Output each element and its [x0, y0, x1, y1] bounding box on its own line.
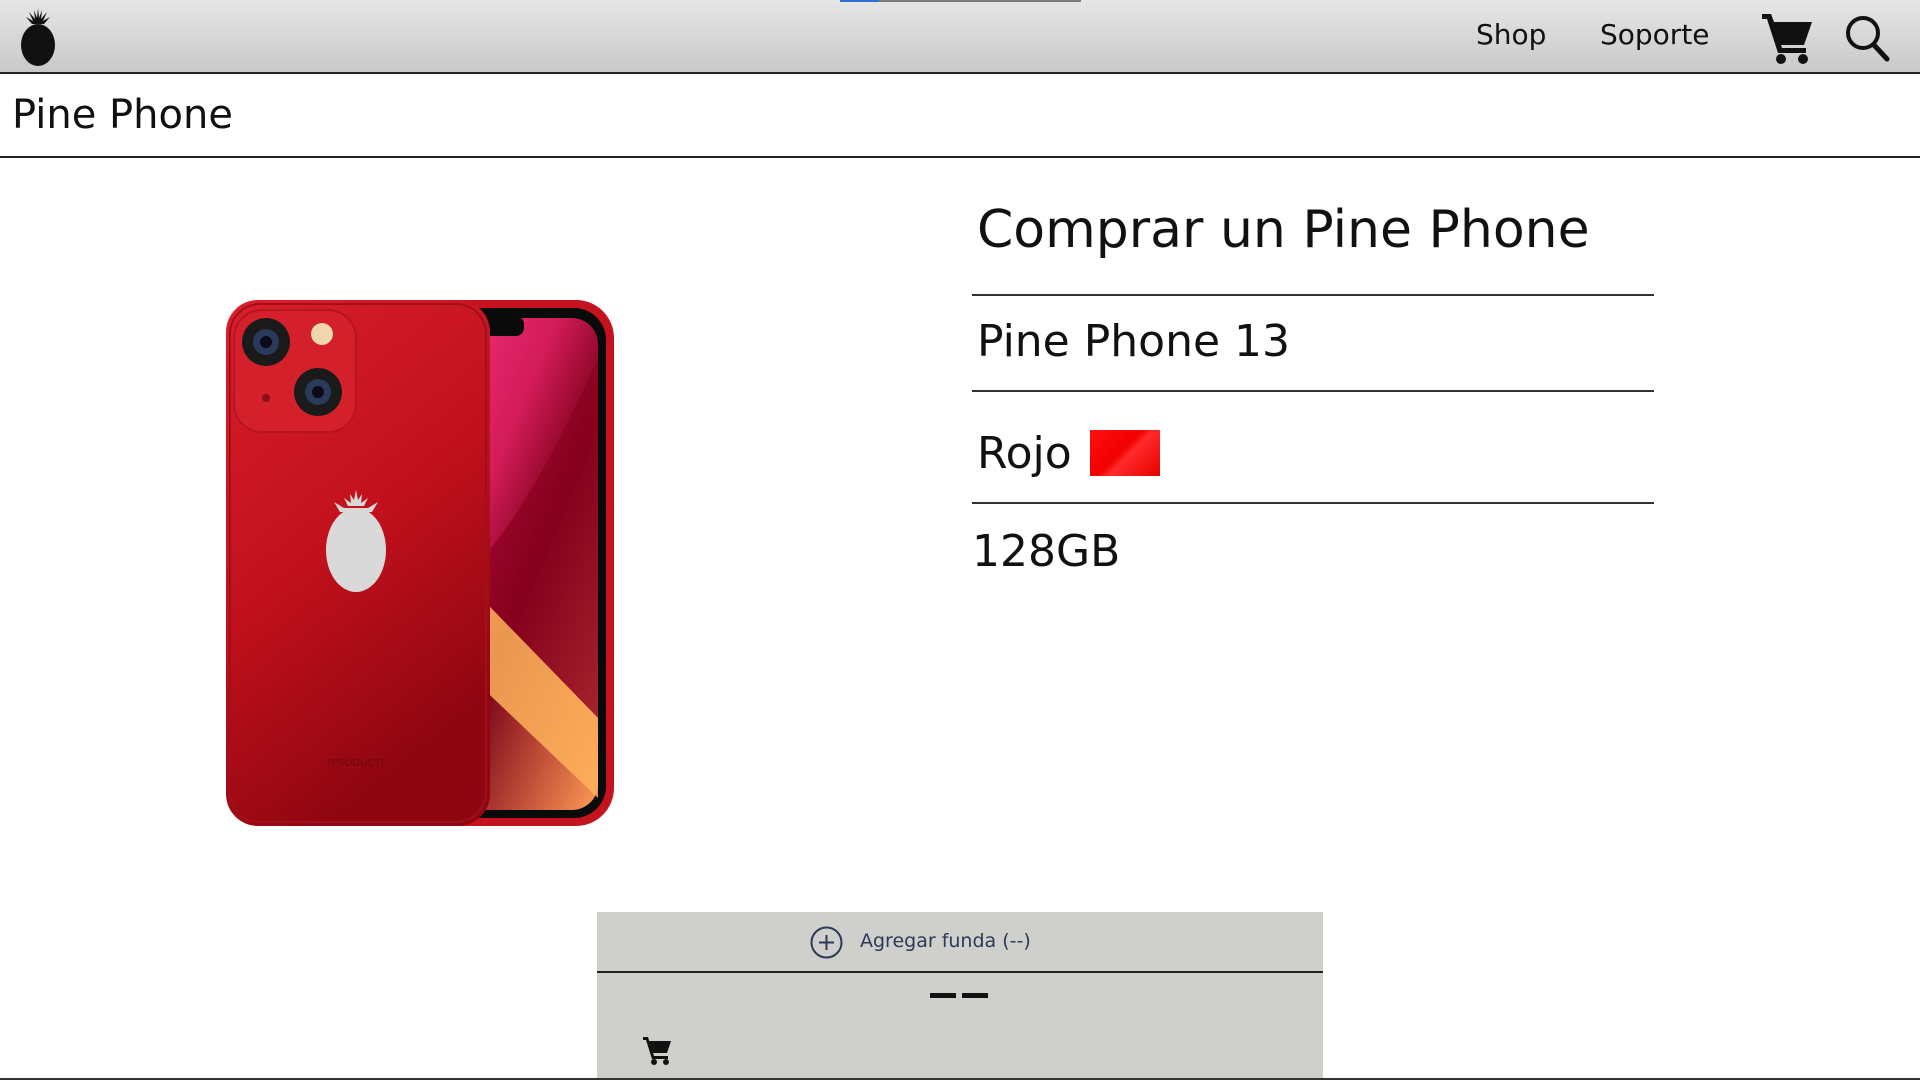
- color-swatch-red[interactable]: [1090, 430, 1160, 476]
- page-load-progress-fill: [840, 0, 879, 2]
- red-phone-image: (PRODUCT): [222, 298, 618, 830]
- color-label: Rojo: [977, 428, 1072, 479]
- add-to-cart-icon[interactable]: [641, 1034, 673, 1066]
- divider: [972, 502, 1654, 504]
- model-option[interactable]: Pine Phone 13: [977, 316, 1290, 367]
- nav-link-shop[interactable]: Shop: [1476, 18, 1546, 51]
- search-icon[interactable]: [1844, 14, 1890, 62]
- top-nav-bar: Shop Soporte: [0, 0, 1920, 74]
- add-case-panel: Agregar funda (--): [597, 912, 1323, 1080]
- nav-link-support[interactable]: Soporte: [1600, 18, 1710, 51]
- pineapple-logo-icon[interactable]: [18, 6, 58, 66]
- divider: [972, 294, 1654, 296]
- add-case-label: Agregar funda (--): [860, 930, 1031, 952]
- page-title: Pine Phone: [12, 92, 233, 138]
- storage-option[interactable]: 128GB: [972, 526, 1120, 577]
- svg-text:(PRODUCT): (PRODUCT): [328, 758, 385, 769]
- placeholder-dash: [962, 993, 988, 998]
- placeholder-dash: [930, 993, 956, 998]
- add-case-button[interactable]: Agregar funda (--): [597, 912, 1323, 973]
- page-load-progress-bar: [840, 0, 1081, 2]
- plus-circle-icon: [810, 926, 843, 959]
- product-heading: Comprar un Pine Phone: [977, 200, 1590, 260]
- cart-icon[interactable]: [1760, 12, 1814, 64]
- price-placeholder: [930, 988, 990, 1004]
- divider: [972, 390, 1654, 392]
- page-title-bar: Pine Phone: [0, 74, 1920, 158]
